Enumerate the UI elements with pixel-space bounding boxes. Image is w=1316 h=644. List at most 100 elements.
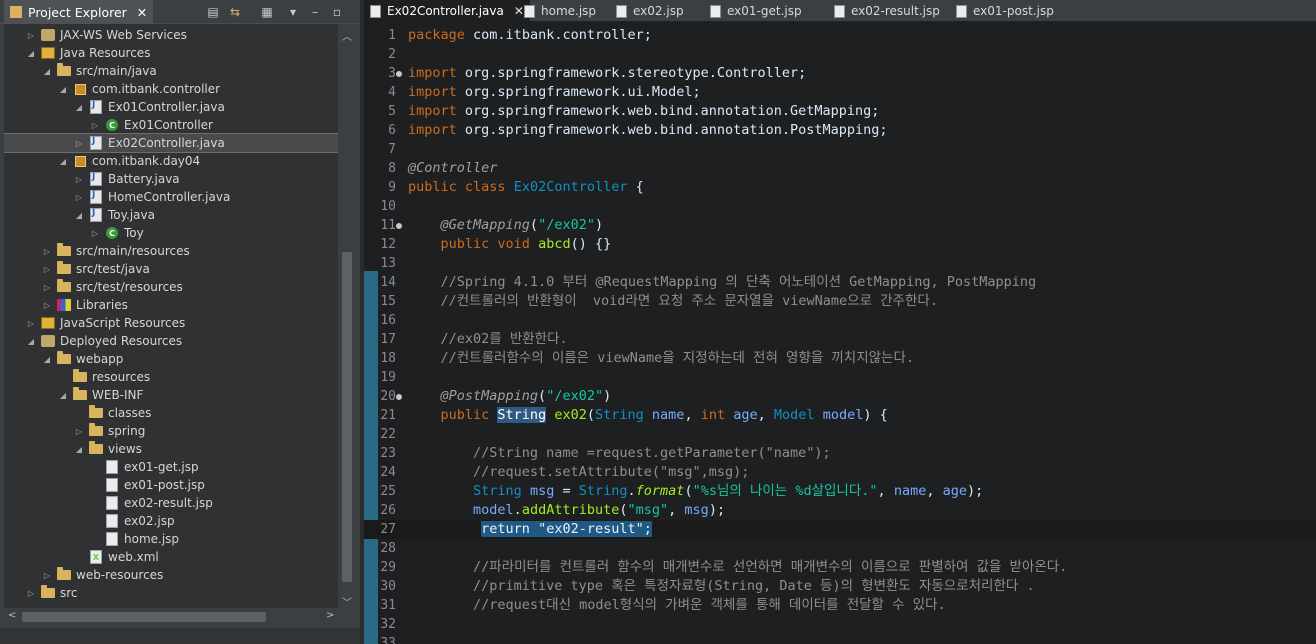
- explorer-vertical-scrollbar[interactable]: ︿ ﹀: [338, 24, 356, 609]
- tree-item[interactable]: ▷ web-resources: [4, 566, 338, 584]
- editor-tab[interactable]: ex01-post.jsp: [950, 0, 1060, 22]
- editor-tab[interactable]: Ex02Controller.java ✕: [364, 0, 530, 22]
- scroll-left-icon[interactable]: <: [8, 610, 16, 621]
- tree-item[interactable]: ▷ src/test/java: [4, 260, 338, 278]
- editor-tab[interactable]: home.jsp: [518, 0, 602, 22]
- tree-item[interactable]: ▷ Battery.java: [4, 170, 338, 188]
- collapse-all-icon[interactable]: ▤: [204, 3, 222, 21]
- tree-item[interactable]: home.jsp: [4, 530, 338, 548]
- code-line[interactable]: 16: [364, 311, 1316, 330]
- fold-marker-icon[interactable]: [396, 223, 402, 229]
- tree-item[interactable]: ◢ Java Resources: [4, 44, 338, 62]
- collapsed-arrow-icon[interactable]: ▷: [88, 226, 102, 240]
- expanded-arrow-icon[interactable]: ◢: [72, 100, 86, 114]
- tree-item[interactable]: ▷ src: [4, 584, 338, 602]
- tree-item[interactable]: ◢ Toy.java: [4, 206, 338, 224]
- tree-item[interactable]: ▷ src/main/resources: [4, 242, 338, 260]
- code-line[interactable]: 6 import org.springframework.web.bind.ann…: [364, 121, 1316, 140]
- code-line[interactable]: 4 import org.springframework.ui.Model;: [364, 83, 1316, 102]
- tree-item[interactable]: ▷ spring: [4, 422, 338, 440]
- tree-item[interactable]: Xweb.xml: [4, 548, 338, 566]
- tree-item[interactable]: ◢ src/main/java: [4, 62, 338, 80]
- code-line[interactable]: 11 @GetMapping("/ex02"): [364, 216, 1316, 235]
- tree-item[interactable]: ▷ C Ex01Controller: [4, 116, 338, 134]
- collapsed-arrow-icon[interactable]: ▷: [40, 568, 54, 582]
- collapsed-arrow-icon[interactable]: ▷: [40, 280, 54, 294]
- tree-item[interactable]: ▷ HomeController.java: [4, 188, 338, 206]
- expanded-arrow-icon[interactable]: ◢: [40, 352, 54, 366]
- close-icon[interactable]: ✕: [137, 5, 147, 20]
- tree-item[interactable]: ◢ Deployed Resources: [4, 332, 338, 350]
- code-line[interactable]: 2: [364, 45, 1316, 64]
- collapsed-arrow-icon[interactable]: ▷: [40, 298, 54, 312]
- fold-marker-icon[interactable]: [396, 71, 402, 77]
- tree-item[interactable]: ◢ WEB-INF: [4, 386, 338, 404]
- expanded-arrow-icon[interactable]: ◢: [56, 82, 70, 96]
- expanded-arrow-icon[interactable]: ◢: [56, 388, 70, 402]
- code-line[interactable]: 22: [364, 425, 1316, 444]
- collapsed-arrow-icon[interactable]: ▷: [40, 262, 54, 276]
- scroll-thumb[interactable]: [22, 612, 266, 622]
- code-line[interactable]: 20 @PostMapping("/ex02"): [364, 387, 1316, 406]
- code-line[interactable]: 21 public String ex02(String name, int a…: [364, 406, 1316, 425]
- code-line[interactable]: 23 //String name =request.getParameter("…: [364, 444, 1316, 463]
- code-line[interactable]: 3 import org.springframework.stereotype.C…: [364, 64, 1316, 83]
- tab-project-explorer[interactable]: Project Explorer ✕: [4, 0, 154, 24]
- code-line[interactable]: 33: [364, 634, 1316, 644]
- editor-tab[interactable]: ex02.jsp: [610, 0, 690, 22]
- code-line[interactable]: 13: [364, 254, 1316, 273]
- focus-icon[interactable]: ▦: [258, 3, 276, 21]
- code-line[interactable]: 1 package com.itbank.controller;: [364, 26, 1316, 45]
- code-line[interactable]: 19: [364, 368, 1316, 387]
- tree-item[interactable]: ◢ com.itbank.controller: [4, 80, 338, 98]
- expanded-arrow-icon[interactable]: ◢: [56, 154, 70, 168]
- code-line[interactable]: 32: [364, 615, 1316, 634]
- code-line[interactable]: 14 //Spring 4.1.0 부터 @RequestMapping 의 단…: [364, 273, 1316, 292]
- expanded-arrow-icon[interactable]: ◢: [40, 64, 54, 78]
- tree-item[interactable]: ◢ webapp: [4, 350, 338, 368]
- collapsed-arrow-icon[interactable]: ▷: [24, 316, 38, 330]
- fold-marker-icon[interactable]: [396, 394, 402, 400]
- expanded-arrow-icon[interactable]: ◢: [24, 334, 38, 348]
- scroll-up-icon[interactable]: ︿: [338, 28, 356, 43]
- tree-item[interactable]: ex01-get.jsp: [4, 458, 338, 476]
- code-line[interactable]: 31 //request대신 model형식의 가벼운 객체를 통해 데이터를 …: [364, 596, 1316, 615]
- expanded-arrow-icon[interactable]: ◢: [24, 46, 38, 60]
- scroll-thumb[interactable]: [342, 252, 352, 582]
- editor-tab[interactable]: ex02-result.jsp: [828, 0, 946, 22]
- code-line[interactable]: 27 return "ex02-result";: [364, 520, 1316, 539]
- tree-item[interactable]: resources: [4, 368, 338, 386]
- code-line[interactable]: 25 String msg = String.format("%s님의 나이는 …: [364, 482, 1316, 501]
- tree-item[interactable]: ▷ C Toy: [4, 224, 338, 242]
- expanded-arrow-icon[interactable]: ◢: [72, 208, 86, 222]
- code-line[interactable]: 15 //컨트롤러의 반환형이 void라면 요청 주소 문자열을 viewNa…: [364, 292, 1316, 311]
- maximize-icon[interactable]: ▫: [328, 3, 346, 21]
- expanded-arrow-icon[interactable]: ◢: [72, 442, 86, 456]
- collapsed-arrow-icon[interactable]: ▷: [88, 118, 102, 132]
- tree-item[interactable]: classes: [4, 404, 338, 422]
- code-line[interactable]: 10: [364, 197, 1316, 216]
- tree-item[interactable]: ◢ Ex01Controller.java: [4, 98, 338, 116]
- tree-item[interactable]: ◢ com.itbank.day04: [4, 152, 338, 170]
- code-line[interactable]: 17 //ex02를 반환한다.: [364, 330, 1316, 349]
- editor-tab[interactable]: ex01-get.jsp: [704, 0, 808, 22]
- tree-item[interactable]: ex02-result.jsp: [4, 494, 338, 512]
- code-line[interactable]: 5 import org.springframework.web.bind.ann…: [364, 102, 1316, 121]
- code-line[interactable]: 12 public void abcd() {}: [364, 235, 1316, 254]
- code-line[interactable]: 9 public class Ex02Controller {: [364, 178, 1316, 197]
- tree-item[interactable]: ex01-post.jsp: [4, 476, 338, 494]
- tree-item[interactable]: ▷ src/test/resources: [4, 278, 338, 296]
- code-line[interactable]: 26 model.addAttribute("msg", msg);: [364, 501, 1316, 520]
- scroll-right-icon[interactable]: >: [326, 610, 334, 621]
- collapsed-arrow-icon[interactable]: ▷: [24, 28, 38, 42]
- collapsed-arrow-icon[interactable]: ▷: [24, 586, 38, 600]
- minimize-icon[interactable]: –: [306, 3, 324, 21]
- view-menu-icon[interactable]: ▾: [284, 3, 302, 21]
- code-area[interactable]: 1 package com.itbank.controller; 2 3 import …: [364, 23, 1316, 644]
- tree-item[interactable]: ex02.jsp: [4, 512, 338, 530]
- link-with-editor-icon[interactable]: ⇆: [226, 3, 244, 21]
- code-line[interactable]: 8 @Controller: [364, 159, 1316, 178]
- code-line[interactable]: 28: [364, 539, 1316, 558]
- code-line[interactable]: 7: [364, 140, 1316, 159]
- tree-item[interactable]: ▷ JAX-WS Web Services: [4, 26, 338, 44]
